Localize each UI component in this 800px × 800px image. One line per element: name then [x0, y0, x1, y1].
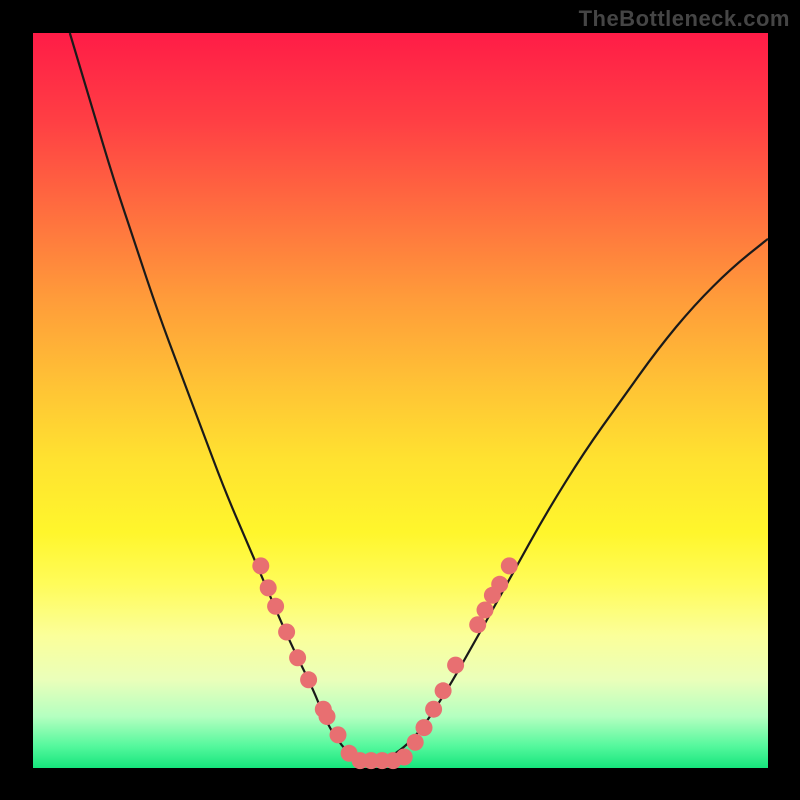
data-dot: [447, 657, 464, 674]
bottleneck-curve-svg: [33, 33, 768, 768]
chart-area: [33, 33, 768, 768]
data-dot: [501, 557, 518, 574]
data-dot: [407, 734, 424, 751]
data-dot: [491, 576, 508, 593]
data-dot: [278, 624, 295, 641]
data-dot: [435, 682, 452, 699]
dots-right-group: [407, 557, 518, 750]
data-dot: [477, 602, 494, 619]
data-dot: [300, 671, 317, 688]
data-dot: [425, 701, 442, 718]
data-dot: [469, 616, 486, 633]
data-dot: [260, 579, 277, 596]
data-dot: [330, 726, 347, 743]
bottleneck-curve-path: [70, 33, 768, 761]
data-dot: [319, 708, 336, 725]
data-dot: [416, 719, 433, 736]
data-dot: [289, 649, 306, 666]
watermark-text: TheBottleneck.com: [579, 6, 790, 32]
data-dot: [396, 749, 413, 766]
data-dot: [252, 557, 269, 574]
data-dot: [267, 598, 284, 615]
dots-left-group: [252, 557, 346, 743]
